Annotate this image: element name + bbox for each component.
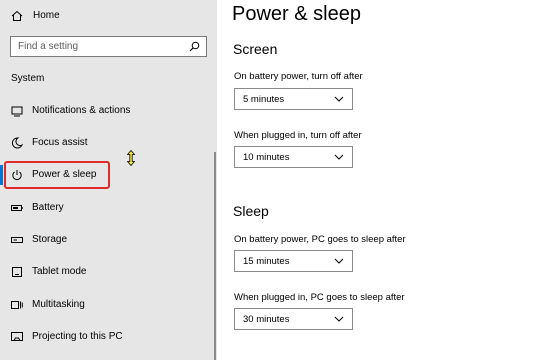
sidebar-item-storage[interactable]: Storage [0,225,217,255]
sidebar-item-label: Battery [32,202,64,213]
sleep-battery-dropdown[interactable]: 15 minutes [234,250,353,272]
screen-plugged-dropdown[interactable]: 10 minutes [234,146,353,168]
sleep-plugged-label: When plugged in, PC goes to sleep after [234,292,405,303]
search-input[interactable]: Find a setting [10,36,207,57]
projecting-icon [11,332,23,341]
sidebar-item-label: Tablet mode [32,266,87,277]
dropdown-value: 5 minutes [243,94,285,105]
chevron-down-icon [334,154,344,160]
search-placeholder: Find a setting [18,41,79,52]
section-heading-screen: Screen [233,41,278,57]
home-nav-item[interactable]: Home [0,0,217,34]
dropdown-value: 15 minutes [243,256,290,267]
resize-cursor-icon [127,150,135,166]
sidebar-item-battery[interactable]: Battery [0,193,217,223]
highlight-annotation [4,161,110,189]
sidebar-item-projecting[interactable]: Projecting to this PC [0,322,217,352]
moon-icon [11,137,23,149]
sidebar-scrollbar[interactable] [214,152,216,360]
sidebar-item-label: Multitasking [32,299,85,310]
sidebar-item-notifications[interactable]: Notifications & actions [0,96,217,126]
chevron-down-icon [334,96,344,102]
sidebar-item-multitasking[interactable]: Multitasking [0,290,217,320]
sleep-plugged-dropdown[interactable]: 30 minutes [234,308,353,330]
screen-battery-label: On battery power, turn off after [234,71,363,82]
sleep-battery-label: On battery power, PC goes to sleep after [234,234,406,245]
main-content: Power & sleep Screen On battery power, t… [217,0,540,360]
sidebar-item-label: Focus assist [32,137,88,148]
search-icon[interactable] [189,41,200,52]
sidebar-item-tablet-mode[interactable]: Tablet mode [0,257,217,287]
sidebar-item-label: Notifications & actions [32,105,131,116]
chevron-down-icon [334,258,344,264]
tablet-icon [12,267,22,277]
home-label: Home [33,10,60,21]
multitasking-icon [11,301,23,309]
dropdown-value: 10 minutes [243,152,290,163]
sidebar-item-label: Storage [32,234,68,245]
section-heading-sleep: Sleep [233,203,269,219]
screen-plugged-label: When plugged in, turn off after [234,130,362,141]
home-icon [11,10,23,21]
notifications-icon [11,106,23,117]
battery-icon [11,205,23,211]
dropdown-value: 30 minutes [243,314,290,325]
section-label-system: System [11,73,45,84]
storage-icon [11,237,23,243]
screen-battery-dropdown[interactable]: 5 minutes [234,88,353,110]
sidebar-item-label: Projecting to this PC [32,331,123,342]
chevron-down-icon [334,316,344,322]
page-title: Power & sleep [232,3,361,25]
sidebar-item-focus-assist[interactable]: Focus assist [0,128,217,158]
sidebar: Home Find a setting System Notifications… [0,0,217,360]
